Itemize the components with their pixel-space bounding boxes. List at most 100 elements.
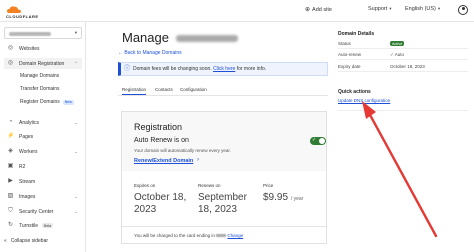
- detail-key: Expiry date: [338, 64, 361, 69]
- chevron-down-icon: ⌄: [74, 148, 78, 154]
- card-number-redacted: [216, 234, 227, 238]
- sidebar-item-label: Security Center: [19, 208, 54, 215]
- sidebar-item-pages[interactable]: ⚡ Pages: [4, 131, 82, 142]
- sidebar-subitem-label: Register Domains: [20, 99, 60, 105]
- chevron-down-icon: ⌄: [74, 208, 78, 214]
- sidebar-item-label: R2: [19, 163, 26, 170]
- turnstile-icon: ↻: [7, 222, 14, 228]
- sidebar-subitem-transfer-domains[interactable]: Transfer Domains: [20, 86, 60, 92]
- chevron-up-icon: ⌃: [74, 60, 78, 66]
- sidebar-item-label: Analytics: [19, 119, 40, 126]
- check-icon: ✓: [390, 52, 394, 57]
- sidebar-subitem-register-domains[interactable]: Register Domains New: [20, 99, 74, 105]
- collapse-sidebar-label: Collapse sidebar: [10, 238, 49, 244]
- divider: [338, 110, 468, 111]
- add-site-label: Add site: [312, 6, 332, 13]
- chevron-down-icon: ⌄: [74, 119, 78, 125]
- cloudflare-logo[interactable]: CLOUDFLARE: [6, 4, 48, 19]
- chevron-down-icon: ▾: [437, 6, 441, 11]
- expires-value: October 18, 2023: [134, 192, 187, 215]
- chevron-down-icon: ▾: [74, 30, 77, 35]
- price-label: Price: [263, 183, 274, 188]
- shield-icon: ⛉: [8, 208, 13, 214]
- domain-details-title: Domain Details: [338, 31, 375, 37]
- sidebar-item-security-center[interactable]: ⛉ Security Center ⌄: [4, 206, 82, 217]
- card-footer-text: You will be charged to the card ending i…: [134, 233, 215, 238]
- check-icon: ✓: [312, 136, 317, 143]
- auto-renew-title: Auto Renew is on: [134, 137, 189, 144]
- top-bar: CLOUDFLARE ⊕ Add site Support ▾ English …: [0, 0, 474, 22]
- pages-icon: ⚡: [7, 133, 15, 139]
- bucket-icon: ▣: [7, 163, 14, 169]
- sidebar-item-label: Pages: [19, 133, 34, 140]
- update-dns-configuration-link[interactable]: Update DNS configuration: [338, 98, 390, 103]
- renews-label: Renews on: [198, 183, 221, 188]
- tab-registration[interactable]: Registration: [122, 87, 147, 95]
- support-label: Support: [368, 6, 388, 12]
- globe-icon: ◎: [7, 45, 14, 51]
- globe-icon: ◎: [7, 60, 14, 66]
- info-icon: ⓘ: [124, 66, 131, 72]
- sidebar-subitem-label: Transfer Domains: [20, 86, 60, 92]
- workers-icon: ◈: [8, 148, 13, 154]
- card-footer: You will be charged to the card ending i…: [122, 226, 326, 244]
- tab-bar: Registration Contacts Configuration: [118, 86, 328, 96]
- sidebar: ▾ ◎ Websites ◎ Domain Registration ⌃ Man…: [0, 22, 86, 252]
- auto-renew-value-label: Auto: [394, 52, 405, 57]
- sidebar-item-workers[interactable]: ◈ Workers ⌄: [4, 146, 82, 157]
- sidebar-item-analytics[interactable]: ◔ Analytics ⌄: [4, 117, 82, 128]
- plus-icon: ⊕: [305, 7, 311, 13]
- support-menu[interactable]: Support ▾: [368, 6, 392, 12]
- registration-card: Registration Auto Renew is on Your domai…: [121, 111, 327, 244]
- auto-renew-value: ✓ Auto: [390, 52, 404, 58]
- auto-renew-toggle[interactable]: ✓: [310, 137, 326, 145]
- sidebar-item-domain-registration[interactable]: ◎ Domain Registration ⌃: [4, 58, 82, 69]
- price-amount: $9.95: [263, 192, 289, 203]
- detail-key: Auto-renew: [338, 52, 362, 57]
- sidebar-item-r2[interactable]: ▣ R2: [4, 161, 82, 172]
- language-menu[interactable]: English (US) ▾: [405, 6, 440, 12]
- collapse-sidebar-button[interactable]: « Collapse sidebar: [4, 238, 48, 244]
- auto-renew-description: Your domain will automatically renew eve…: [134, 148, 231, 153]
- registration-title: Registration: [134, 122, 183, 132]
- sidebar-subitem-label: Manage Domains: [20, 73, 60, 79]
- chart-icon: ◔: [8, 119, 13, 125]
- beta-badge: Beta: [42, 223, 54, 228]
- sidebar-subitem-manage-domains[interactable]: Manage Domains: [20, 73, 59, 79]
- fees-info-banner: ⓘ Domain fees will be changing soon. Cli…: [118, 62, 328, 76]
- user-profile-icon[interactable]: [458, 5, 468, 15]
- expiry-value: October 18, 2023: [390, 64, 425, 69]
- chevron-down-icon: ▾: [389, 6, 392, 11]
- stream-icon: ▶: [8, 178, 13, 184]
- sidebar-item-websites[interactable]: ◎ Websites: [4, 43, 82, 54]
- image-icon: ▨: [7, 193, 14, 199]
- annotation-arrow-shaft: [367, 111, 438, 238]
- banner-text: Domain fees will be changing soon.: [133, 66, 212, 72]
- renew-extend-domain-link[interactable]: Renew/Extend Domain: [134, 158, 193, 164]
- sidebar-item-label: Stream: [19, 178, 36, 185]
- chevron-down-icon: ⌄: [74, 193, 78, 199]
- language-label: English (US): [405, 6, 436, 12]
- back-to-manage-domains-link[interactable]: ← Back to Manage Domains: [118, 50, 182, 56]
- sidebar-item-images[interactable]: ▨ Images ⌄: [4, 191, 82, 202]
- detail-key: Status: [338, 41, 351, 46]
- price-value: $9.95 / year: [263, 192, 303, 203]
- quick-actions-title: Quick actions: [338, 89, 371, 95]
- add-site-button[interactable]: ⊕ Add site: [305, 6, 332, 14]
- status-badge: Active: [390, 41, 405, 46]
- banner-suffix: for more info.: [236, 66, 267, 72]
- sidebar-item-label: Workers: [19, 148, 38, 155]
- tab-configuration[interactable]: Configuration: [180, 87, 207, 92]
- domain-name-redacted: [176, 35, 238, 42]
- tab-contacts[interactable]: Contacts: [155, 87, 173, 92]
- sidebar-item-label: Domain Registration: [19, 60, 65, 67]
- account-selector[interactable]: ▾: [4, 27, 82, 39]
- logo-text: CLOUDFLARE: [6, 14, 39, 19]
- change-card-link[interactable]: Change: [227, 233, 243, 238]
- sidebar-item-stream[interactable]: ▶ Stream: [4, 176, 82, 187]
- detail-row-expiry: Expiry date October 18, 2023: [338, 62, 468, 72]
- expires-label: Expires on: [134, 183, 156, 188]
- sidebar-item-turnstile[interactable]: ↻ Turnstile Beta: [4, 220, 82, 231]
- sidebar-item-label: Websites: [19, 45, 40, 52]
- banner-click-here-link[interactable]: Click here: [213, 66, 235, 72]
